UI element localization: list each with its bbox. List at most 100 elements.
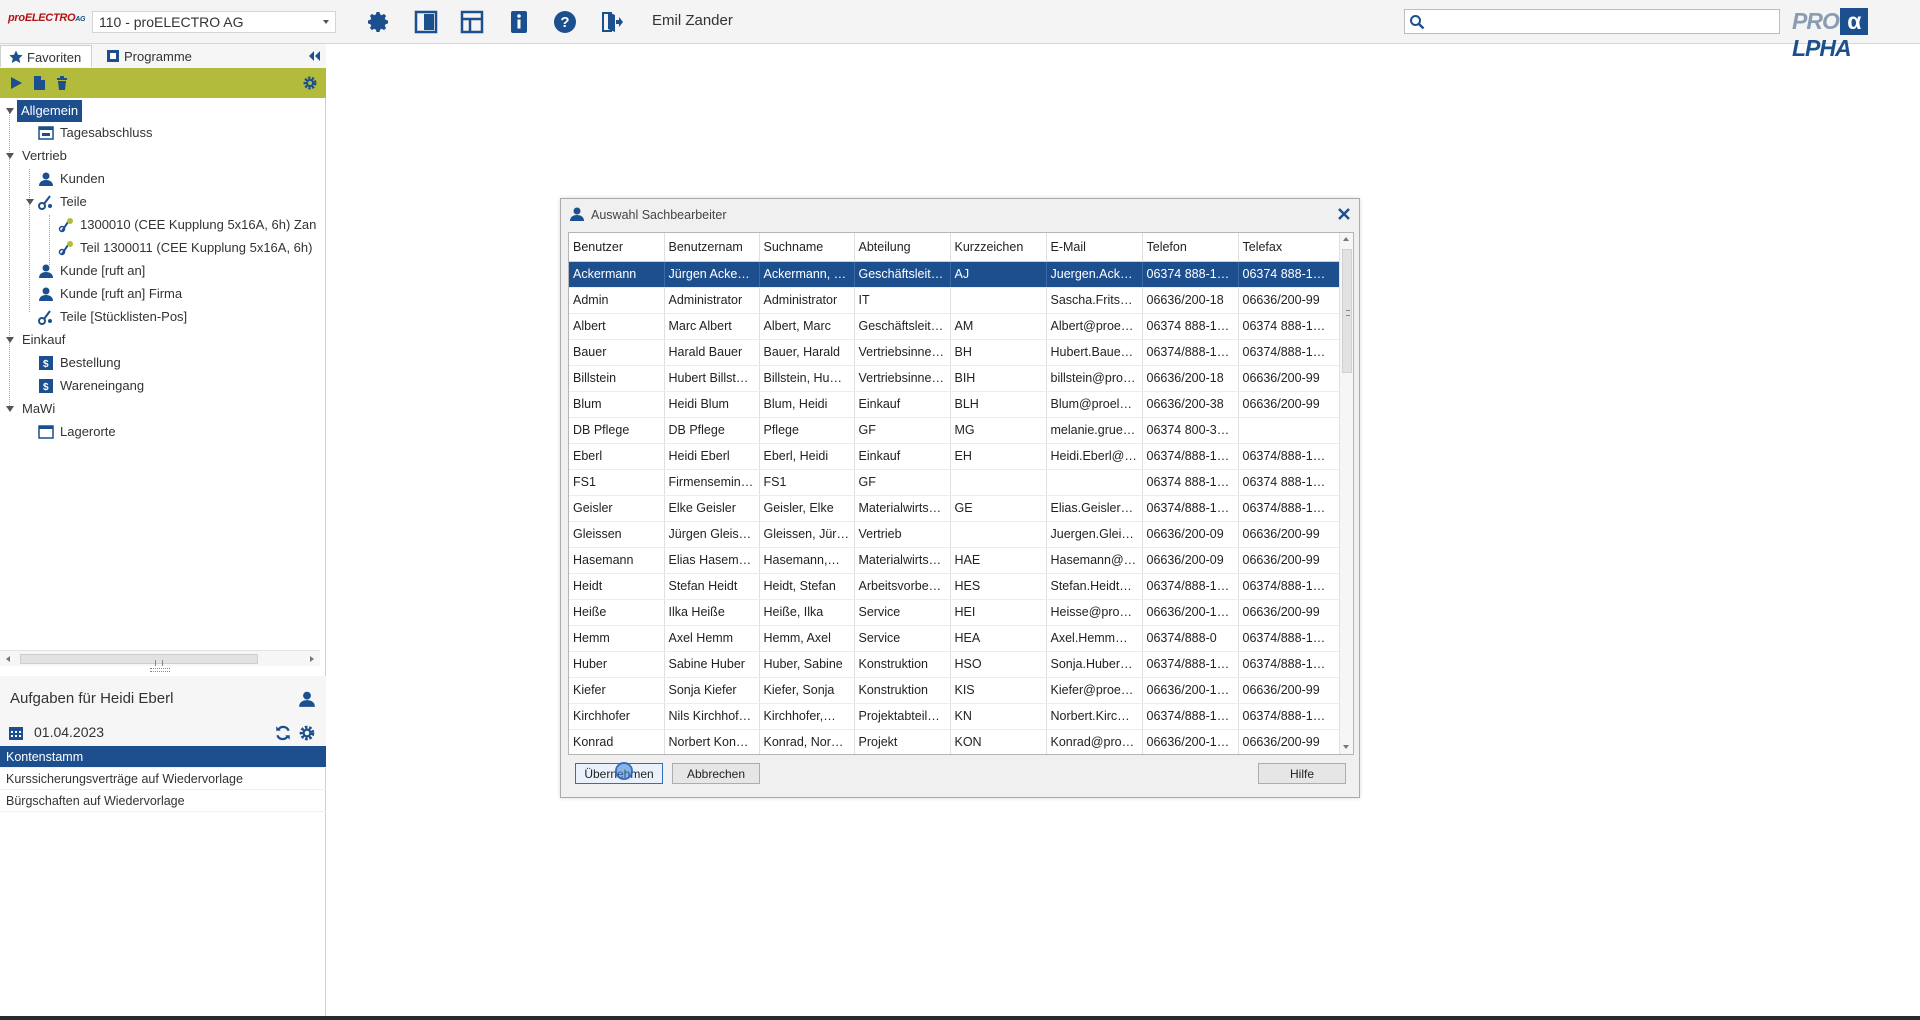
info-icon[interactable] xyxy=(507,10,531,34)
panel-layout-icon[interactable] xyxy=(414,10,438,34)
collapse-panel-icon[interactable] xyxy=(306,48,322,64)
tree-node-vertrieb[interactable]: Vertrieb xyxy=(22,145,67,167)
tab-programme[interactable]: Programme xyxy=(98,45,202,67)
table-cell: Hasemann,… xyxy=(759,547,855,574)
client-select[interactable]: 110 - proELECTRO AG xyxy=(92,11,336,33)
current-user-name: Emil Zander xyxy=(652,12,733,29)
tree-node-teile-stuecklisten[interactable]: Teile [Stücklisten-Pos] xyxy=(60,306,187,328)
table-row[interactable]: Albert Marc Albert Albert, Marc Geschäftsle… xyxy=(569,313,1340,340)
panel-splitter[interactable] xyxy=(150,668,170,672)
table-row[interactable]: Ackermann Jürgen Acke… Ackermann, … Geschäf… xyxy=(569,261,1340,288)
scrollbar-thumb[interactable] xyxy=(1342,249,1352,373)
gear-icon[interactable] xyxy=(302,75,318,91)
task-item[interactable]: Kurssicherungsverträge auf Wiedervorlage xyxy=(0,768,326,790)
scroll-left-icon[interactable] xyxy=(6,656,10,662)
logout-icon[interactable] xyxy=(599,10,623,34)
column-header[interactable]: Telefon xyxy=(1142,233,1239,262)
table-row[interactable]: Geisler Elke Geisler Geisler, Elke Material… xyxy=(569,495,1340,522)
table-cell: Stefan.Heidt… xyxy=(1046,573,1143,600)
table-cell: Heisse@pro… xyxy=(1046,599,1143,626)
column-header[interactable]: Telefax xyxy=(1238,233,1340,262)
tab-favoriten[interactable]: Favoriten xyxy=(0,45,92,67)
scroll-down-icon[interactable] xyxy=(1343,745,1349,749)
expand-toggle-icon[interactable] xyxy=(6,108,14,114)
table-cell: Administrator xyxy=(664,287,760,314)
table-row[interactable]: Eberl Heidi Eberl Eberl, Heidi Einkauf EH Hei… xyxy=(569,443,1340,470)
dashboard-layout-icon[interactable] xyxy=(460,10,484,34)
table-cell: 06374/888-1… xyxy=(1142,651,1239,678)
tree-node-kunde-ruft-an-firma[interactable]: Kunde [ruft an] Firma xyxy=(60,283,182,305)
task-item[interactable]: Bürgschaften auf Wiedervorlage xyxy=(0,790,326,812)
tree-node-tagesabschluss[interactable]: Tagesabschluss xyxy=(60,122,153,144)
tasks-title: Aufgaben für Heidi Eberl xyxy=(10,690,174,707)
table-row[interactable]: Blum Heidi Blum Blum, Heidi Einkauf BLH Blum@… xyxy=(569,391,1340,418)
refresh-icon[interactable] xyxy=(274,724,292,742)
table-cell: Sascha.Fritsc… xyxy=(1046,287,1143,314)
tree-node-allgemein[interactable]: Allgemein xyxy=(17,100,83,122)
calendar-icon[interactable] xyxy=(8,725,24,741)
table-row[interactable]: Konrad Norbert Kon… Konrad, Nor… Projekt KON… xyxy=(569,729,1340,754)
expand-toggle-icon[interactable] xyxy=(6,153,14,159)
help-icon[interactable]: ? xyxy=(553,10,577,34)
table-row[interactable]: Heiße Ilka Heiße Heiße, Ilka Service HEI Heis… xyxy=(569,599,1340,626)
tree-node-kunden[interactable]: Kunden xyxy=(60,168,105,190)
table-row[interactable]: Kiefer Sonja Kiefer Kiefer, Sonja Konstrukt… xyxy=(569,677,1340,704)
calendar-window-icon xyxy=(38,126,54,140)
tree-node-mawi[interactable]: MaWi xyxy=(22,398,55,420)
column-header[interactable]: Abteilung xyxy=(854,233,951,262)
table-row[interactable]: Admin Administrator Administrator IT Sascha.… xyxy=(569,287,1340,314)
scroll-right-icon[interactable] xyxy=(310,656,314,662)
search-input[interactable] xyxy=(1427,12,1775,31)
table-cell: FS1 xyxy=(759,469,855,496)
table-cell: Elias.Geisler… xyxy=(1046,495,1143,522)
tree-node-kunde-ruft-an[interactable]: Kunde [ruft an] xyxy=(60,260,145,282)
new-document-icon[interactable] xyxy=(31,75,47,91)
table-cell: Ackermann, … xyxy=(759,261,855,288)
column-header[interactable]: Benutzer xyxy=(569,233,665,262)
tree-node-wareneingang[interactable]: Wareneingang xyxy=(60,375,144,397)
tree-node-einkauf[interactable]: Einkauf xyxy=(22,329,65,351)
scrollbar-thumb[interactable] xyxy=(20,654,258,666)
cancel-button[interactable]: Abbrechen xyxy=(672,763,760,784)
tree-node-lagerorte[interactable]: Lagerorte xyxy=(60,421,116,443)
column-header[interactable]: Kurzzeichen xyxy=(950,233,1047,262)
table-vertical-scrollbar[interactable] xyxy=(1339,233,1353,754)
table-row[interactable]: Gleissen Jürgen Gleis… Gleissen, Jür… Vertr… xyxy=(569,521,1340,548)
user-select-icon[interactable] xyxy=(298,690,316,708)
table-row[interactable]: Billstein Hubert Billst… Billstein, Hu… Ver… xyxy=(569,365,1340,392)
play-icon[interactable] xyxy=(8,75,24,91)
table-row[interactable]: FS1 Firmensemin… FS1 GF 06374 888-1… 06374 88… xyxy=(569,469,1340,496)
table-cell: Administrator xyxy=(759,287,855,314)
tree-node-teil-1300010[interactable]: 1300010 (CEE Kupplung 5x16A, 6h) Zan xyxy=(80,214,316,236)
column-header[interactable]: Suchname xyxy=(759,233,855,262)
table-row[interactable]: Bauer Harald Bauer Bauer, Harald Vertriebsi… xyxy=(569,339,1340,366)
table-row[interactable]: Hemm Axel Hemm Hemm, Axel Service HEA Axel.He… xyxy=(569,625,1340,652)
expand-toggle-icon[interactable] xyxy=(6,337,14,343)
gear-icon[interactable] xyxy=(298,724,316,742)
table-cell: Konrad, Nor… xyxy=(759,729,855,754)
tree-node-teil-1300011[interactable]: Teil 1300011 (CEE Kupplung 5x16A, 6h) xyxy=(80,237,312,259)
scroll-up-icon[interactable] xyxy=(1343,237,1349,241)
close-icon[interactable] xyxy=(1337,207,1351,221)
expand-toggle-icon[interactable] xyxy=(6,406,14,412)
table-row[interactable]: Heidt Stefan Heidt Heidt, Stefan Arbeitsvor… xyxy=(569,573,1340,600)
table-cell: Harald Bauer xyxy=(664,339,760,366)
help-button[interactable]: Hilfe xyxy=(1258,763,1346,784)
table-cell: Konstruktion xyxy=(854,651,951,678)
tree-horizontal-scrollbar[interactable] xyxy=(0,650,320,666)
column-header[interactable]: Benutzernam xyxy=(664,233,760,262)
global-search[interactable] xyxy=(1404,9,1780,34)
tree-node-bestellung[interactable]: Bestellung xyxy=(60,352,121,374)
table-row[interactable]: Huber Sabine Huber Huber, Sabine Konstrukti… xyxy=(569,651,1340,678)
gear-icon[interactable] xyxy=(367,10,391,34)
table-row[interactable]: DB Pflege DB Pflege Pflege GF MG melanie.grue… xyxy=(569,417,1340,444)
expand-toggle-icon[interactable] xyxy=(26,199,34,205)
table-cell: 06636/200-38 xyxy=(1142,391,1239,418)
trash-icon[interactable] xyxy=(54,75,70,91)
task-item[interactable]: Kontenstamm xyxy=(0,746,326,768)
table-row[interactable]: Kirchhofer Nils Kirchhof… Kirchhofer,… Proj… xyxy=(569,703,1340,730)
tree-node-teile[interactable]: Teile xyxy=(60,191,87,213)
table-cell: Billstein xyxy=(569,365,665,392)
table-row[interactable]: Hasemann Elias Hasem… Hasemann,… Materialwi… xyxy=(569,547,1340,574)
column-header[interactable]: E-Mail xyxy=(1046,233,1143,262)
